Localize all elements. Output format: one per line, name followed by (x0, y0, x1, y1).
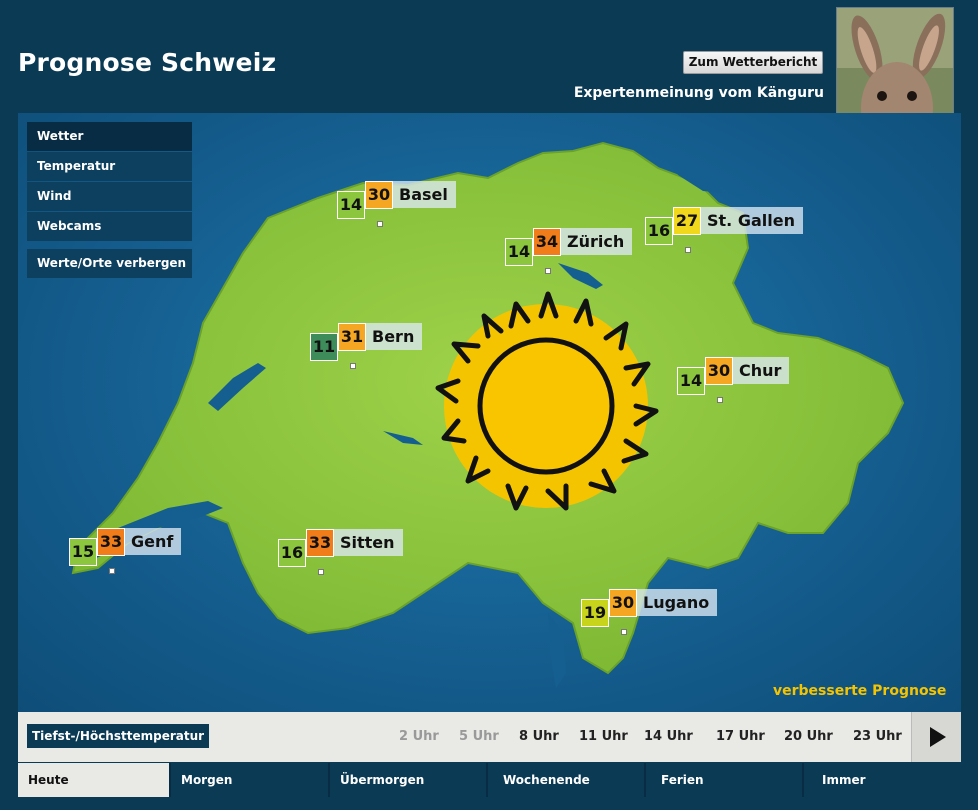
city-marker (350, 363, 356, 369)
temp-high: 33 (306, 529, 334, 557)
temperature-legend: Tiefst-/Höchsttemperatur (27, 724, 210, 748)
temp-high: 33 (97, 528, 125, 556)
tab-ferien[interactable]: Ferien (646, 763, 804, 797)
day-tabs: Heute Morgen Übermorgen Wochenende Ferie… (18, 763, 961, 797)
temp-low: 11 (310, 333, 338, 361)
hide-values-toggle[interactable]: Werte/Orte verbergen (27, 249, 192, 278)
city-name: Genf (125, 528, 182, 555)
menu-item-temperatur[interactable]: Temperatur (27, 152, 192, 181)
expert-opinion-text: Expertenmeinung vom Känguru (573, 85, 824, 101)
improved-forecast-label: verbesserte Prognose (773, 683, 947, 699)
play-icon (930, 727, 946, 747)
time-11[interactable]: 11 Uhr (579, 729, 628, 744)
temp-high: 30 (705, 357, 733, 385)
tab-immer[interactable]: Immer (804, 763, 961, 797)
lake-maggiore (548, 613, 566, 688)
temp-low: 16 (278, 539, 306, 567)
city-marker (545, 268, 551, 274)
weather-report-button[interactable]: Zum Wetterbericht (683, 51, 823, 74)
city-name: Chur (733, 357, 790, 384)
temp-high: 31 (338, 323, 366, 351)
city-marker (621, 629, 627, 635)
time-17[interactable]: 17 Uhr (716, 729, 765, 744)
time-23[interactable]: 23 Uhr (853, 729, 902, 744)
page-title: Prognose Schweiz (18, 48, 277, 77)
city-marker (377, 221, 383, 227)
time-5[interactable]: 5 Uhr (459, 729, 499, 744)
city-name: St. Gallen (701, 207, 803, 234)
temp-high: 30 (365, 181, 393, 209)
menu-item-wetter[interactable]: Wetter (27, 122, 192, 151)
city-name: Sitten (334, 529, 403, 556)
time-2[interactable]: 2 Uhr (399, 729, 439, 744)
temp-low: 16 (645, 217, 673, 245)
time-14[interactable]: 14 Uhr (644, 729, 693, 744)
menu-item-wind[interactable]: Wind (27, 182, 192, 211)
sun-icon (435, 291, 659, 511)
temp-low: 19 (581, 599, 609, 627)
city-marker (685, 247, 691, 253)
tab-morgen[interactable]: Morgen (171, 763, 330, 797)
view-menu: Wetter Temperatur Wind Webcams Werte/Ort… (27, 122, 192, 279)
city-name: Basel (393, 181, 456, 208)
tab-heute[interactable]: Heute (18, 763, 171, 797)
temp-low: 14 (505, 238, 533, 266)
city-name: Lugano (637, 589, 718, 616)
city-marker (717, 397, 723, 403)
temp-high: 34 (533, 228, 561, 256)
tab-wochenende[interactable]: Wochenende (488, 763, 646, 797)
city-name: Bern (366, 323, 423, 350)
time-20[interactable]: 20 Uhr (784, 729, 833, 744)
temp-high: 30 (609, 589, 637, 617)
time-bar: Tiefst-/Höchsttemperatur 2 Uhr 5 Uhr 8 U… (18, 712, 961, 762)
city-marker (109, 568, 115, 574)
temp-low: 14 (337, 191, 365, 219)
city-marker (318, 569, 324, 575)
temp-high: 27 (673, 207, 701, 235)
tab-uebermorgen[interactable]: Übermorgen (330, 763, 488, 797)
city-name: Zürich (561, 228, 633, 255)
temp-low: 14 (677, 367, 705, 395)
time-8[interactable]: 8 Uhr (519, 729, 559, 744)
play-button[interactable] (911, 712, 961, 762)
temp-low: 15 (69, 538, 97, 566)
menu-item-webcams[interactable]: Webcams (27, 212, 192, 241)
